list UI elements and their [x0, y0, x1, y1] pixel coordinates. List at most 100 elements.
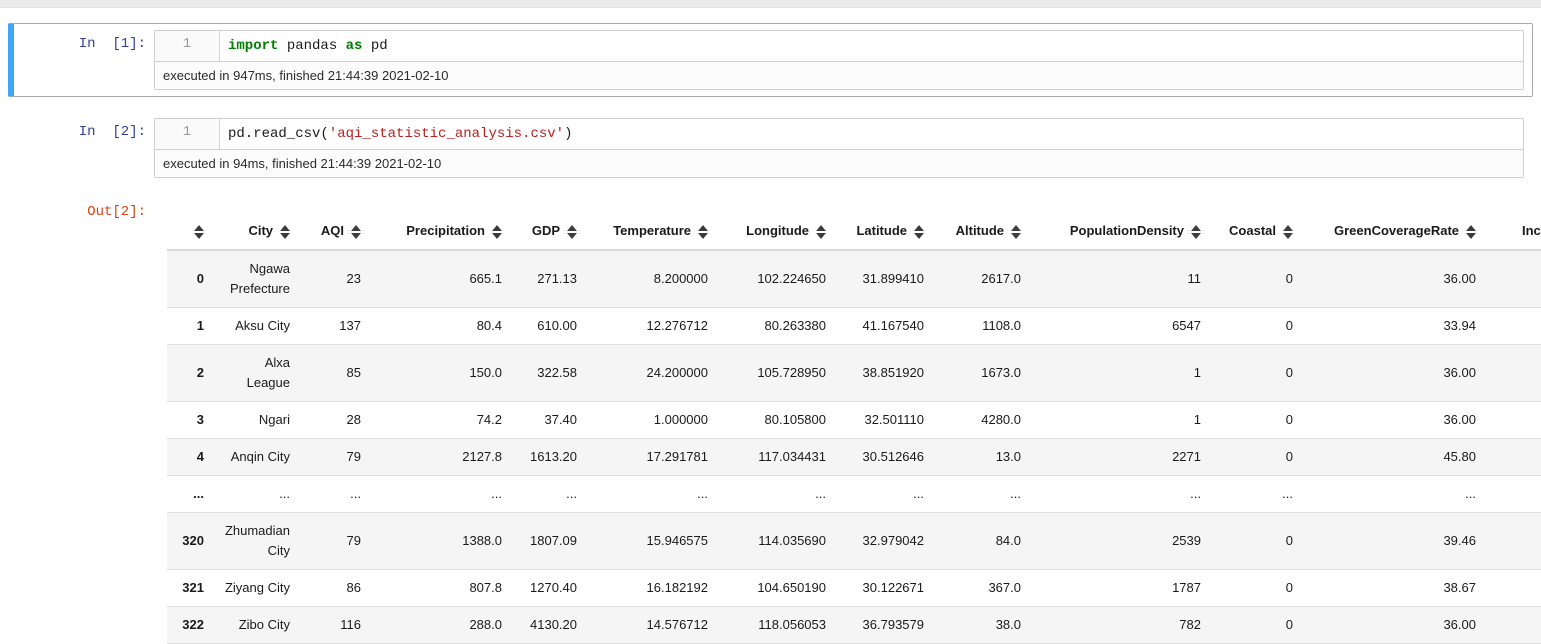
column-header-longitude[interactable]: Longitude — [716, 213, 834, 250]
column-header-incin[interactable]: Incin — [1484, 213, 1541, 250]
table-cell: ... — [1029, 476, 1209, 513]
table-cell: 4280.0 — [932, 402, 1029, 439]
table-cell: 367.0 — [932, 570, 1029, 607]
row-index: 2 — [167, 345, 212, 402]
column-label: GreenCoverageRate — [1334, 223, 1459, 238]
line-number-1: 1 — [155, 31, 220, 61]
table-cell: ... — [585, 476, 716, 513]
sort-icon — [567, 225, 577, 239]
dataframe-table: City AQI Precipitation GDP Temperature Longit… — [167, 213, 1541, 644]
table-cell: 807.8 — [369, 570, 510, 607]
code-token-plain: pandas — [278, 38, 345, 54]
code-token-plain: pd.read_csv( — [228, 126, 329, 142]
column-header-temperature[interactable]: Temperature — [585, 213, 716, 250]
table-cell: 41.167540 — [834, 308, 932, 345]
code-token-plain: pd — [362, 38, 387, 54]
column-label: City — [248, 223, 273, 238]
table-cell: 6547 — [1029, 308, 1209, 345]
row-index: 4 — [167, 439, 212, 476]
table-cell — [1484, 308, 1541, 345]
output-content: City AQI Precipitation GDP Temperature Longit… — [154, 213, 1541, 644]
table-cell — [1484, 570, 1541, 607]
table-cell: 1807.09 — [510, 513, 585, 570]
table-cell: 271.13 — [510, 250, 585, 308]
table-cell: 114.035690 — [716, 513, 834, 570]
column-header-populationdensity[interactable]: PopulationDensity — [1029, 213, 1209, 250]
code-editor-2[interactable]: pd.read_csv('aqi_statistic_analysis.csv'… — [220, 119, 1523, 149]
table-cell: 16.182192 — [585, 570, 716, 607]
column-label: PopulationDensity — [1070, 223, 1184, 238]
table-row: 321Ziyang City86807.81270.4016.182192104… — [167, 570, 1541, 607]
column-header-gdp[interactable]: GDP — [510, 213, 585, 250]
column-label: Incin — [1522, 223, 1541, 238]
table-cell: Aksu City — [212, 308, 298, 345]
table-cell: 1787 — [1029, 570, 1209, 607]
table-cell: ... — [834, 476, 932, 513]
table-cell: Zhumadian City — [212, 513, 298, 570]
row-index: 322 — [167, 607, 212, 644]
table-cell: 80.263380 — [716, 308, 834, 345]
column-label: Longitude — [746, 223, 809, 238]
table-cell: 0 — [1209, 250, 1301, 308]
code-cell-2[interactable]: In [2]: 1 pd.read_csv('aqi_statistic_ana… — [8, 111, 1533, 185]
table-cell: 2127.8 — [369, 439, 510, 476]
code-token-str: 'aqi_statistic_analysis.csv' — [329, 126, 564, 142]
table-cell: ... — [932, 476, 1029, 513]
table-cell: 0 — [1209, 308, 1301, 345]
table-cell: 105.728950 — [716, 345, 834, 402]
column-header-precipitation[interactable]: Precipitation — [369, 213, 510, 250]
table-cell: 17.291781 — [585, 439, 716, 476]
column-header-aqi[interactable]: AQI — [298, 213, 369, 250]
column-header-city[interactable]: City — [212, 213, 298, 250]
code-row-1: 1 import pandas as pd — [155, 31, 1523, 61]
execution-time-info-1: executed in 947ms, finished 21:44:39 202… — [155, 61, 1523, 89]
table-cell: 0 — [1209, 439, 1301, 476]
column-header-latitude[interactable]: Latitude — [834, 213, 932, 250]
table-cell: 2617.0 — [932, 250, 1029, 308]
table-cell: 137 — [298, 308, 369, 345]
table-cell: 782 — [1029, 607, 1209, 644]
table-cell: 30.512646 — [834, 439, 932, 476]
code-token-plain: ) — [564, 126, 572, 142]
table-cell: 150.0 — [369, 345, 510, 402]
column-label: Temperature — [613, 223, 691, 238]
table-cell: 0 — [1209, 607, 1301, 644]
table-cell: 104.650190 — [716, 570, 834, 607]
column-header-greencoveragerate[interactable]: GreenCoverageRate — [1301, 213, 1484, 250]
table-cell: 11 — [1029, 250, 1209, 308]
dataframe-body: 0Ngawa Prefecture23665.1271.138.20000010… — [167, 250, 1541, 644]
table-row: .................................... — [167, 476, 1541, 513]
code-cell-1[interactable]: In [1]: 1 import pandas as pd executed i… — [8, 23, 1533, 97]
table-cell: 1613.20 — [510, 439, 585, 476]
table-cell: 117.034431 — [716, 439, 834, 476]
table-row: 322Zibo City116288.04130.2014.576712118.… — [167, 607, 1541, 644]
table-cell: 37.40 — [510, 402, 585, 439]
column-label: Coastal — [1229, 223, 1276, 238]
notebook-container: In [1]: 1 import pandas as pd executed i… — [0, 8, 1541, 644]
table-cell: ... — [510, 476, 585, 513]
row-index: ... — [167, 476, 212, 513]
column-header-altitude[interactable]: Altitude — [932, 213, 1029, 250]
code-editor-1[interactable]: import pandas as pd — [220, 31, 1523, 61]
column-header-coastal[interactable]: Coastal — [1209, 213, 1301, 250]
table-cell: 1388.0 — [369, 513, 510, 570]
table-cell: 13.0 — [932, 439, 1029, 476]
code-row-2: 1 pd.read_csv('aqi_statistic_analysis.cs… — [155, 119, 1523, 149]
column-label: GDP — [532, 223, 560, 238]
sort-icon — [816, 225, 826, 239]
table-cell: 36.00 — [1301, 402, 1484, 439]
table-cell: Zibo City — [212, 607, 298, 644]
table-cell: 2271 — [1029, 439, 1209, 476]
table-row: 0Ngawa Prefecture23665.1271.138.20000010… — [167, 250, 1541, 308]
table-cell: 30.122671 — [834, 570, 932, 607]
row-index: 320 — [167, 513, 212, 570]
table-cell: 1270.40 — [510, 570, 585, 607]
column-label: Latitude — [856, 223, 907, 238]
sort-icon — [698, 225, 708, 239]
column-header-index[interactable] — [167, 213, 212, 250]
column-label: AQI — [321, 223, 344, 238]
table-cell: 28 — [298, 402, 369, 439]
table-cell: 1 — [1029, 402, 1209, 439]
table-cell: 79 — [298, 513, 369, 570]
dataframe-header: City AQI Precipitation GDP Temperature Longit… — [167, 213, 1541, 250]
